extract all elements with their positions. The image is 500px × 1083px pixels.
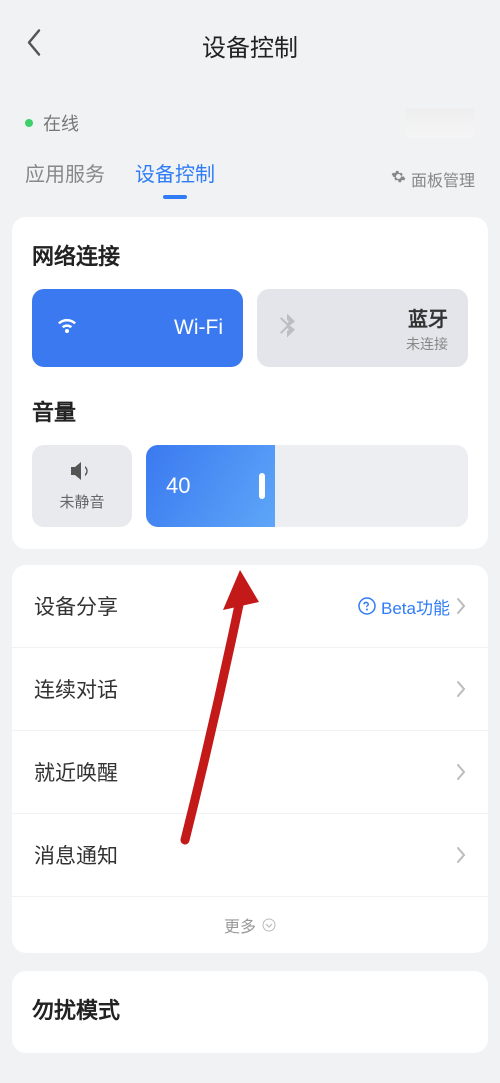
tab-device-control[interactable]: 设备控制 [135, 158, 215, 199]
bluetooth-status: 未连接 [406, 334, 448, 354]
panel-management-label: 面板管理 [411, 167, 475, 191]
more-button[interactable]: 更多 [12, 897, 488, 953]
settings-list: 设备分享 Beta功能 连续对话 就近唤醒 消息通知 更多 [12, 565, 488, 953]
device-thumbnail [405, 108, 475, 138]
bluetooth-label: 蓝牙 [408, 303, 448, 332]
device-status-bar: 在线 [0, 90, 500, 150]
question-circle-icon [358, 597, 376, 615]
bluetooth-button[interactable]: 蓝牙 未连接 [257, 289, 468, 367]
online-status-label: 在线 [43, 110, 79, 136]
online-indicator-dot [25, 119, 33, 127]
back-button[interactable] [25, 28, 43, 63]
row-continuous-dialog[interactable]: 连续对话 [12, 648, 488, 731]
row-label: 设备分享 [34, 591, 118, 621]
chevron-down-circle-icon [262, 918, 276, 932]
row-label: 消息通知 [34, 840, 118, 870]
row-message-notify[interactable]: 消息通知 [12, 814, 488, 897]
row-label: 连续对话 [34, 674, 118, 704]
volume-fill: 40 [146, 445, 275, 527]
chevron-right-icon [456, 597, 466, 615]
network-volume-card: 网络连接 Wi-Fi 蓝牙 未连接 音量 未静音 [12, 217, 488, 549]
header: 设备控制 [0, 0, 500, 90]
panel-management-button[interactable]: 面板管理 [391, 167, 475, 191]
page-title: 设备控制 [202, 28, 298, 63]
beta-badge: Beta功能 [358, 594, 450, 619]
gear-icon [391, 169, 406, 189]
dnd-section-title: 勿扰模式 [32, 993, 468, 1025]
volume-slider[interactable]: 40 [146, 445, 468, 527]
mute-button[interactable]: 未静音 [32, 445, 132, 527]
more-label: 更多 [224, 913, 256, 937]
chevron-right-icon [456, 763, 466, 781]
row-nearby-wake[interactable]: 就近唤醒 [12, 731, 488, 814]
row-device-share[interactable]: 设备分享 Beta功能 [12, 565, 488, 648]
volume-section-title: 音量 [32, 395, 468, 427]
bluetooth-icon [279, 314, 295, 343]
tab-app-services[interactable]: 应用服务 [25, 158, 105, 199]
wifi-icon [54, 316, 80, 341]
speaker-icon [69, 460, 95, 487]
mute-label: 未静音 [59, 491, 104, 512]
row-label: 就近唤醒 [34, 757, 118, 787]
dnd-card: 勿扰模式 [12, 971, 488, 1053]
chevron-right-icon [456, 680, 466, 698]
tabs-bar: 应用服务 设备控制 面板管理 [0, 150, 500, 199]
volume-handle [259, 473, 265, 499]
volume-value: 40 [166, 473, 190, 499]
chevron-right-icon [456, 846, 466, 864]
wifi-label: Wi-Fi [174, 316, 223, 340]
network-section-title: 网络连接 [32, 239, 468, 271]
wifi-button[interactable]: Wi-Fi [32, 289, 243, 367]
